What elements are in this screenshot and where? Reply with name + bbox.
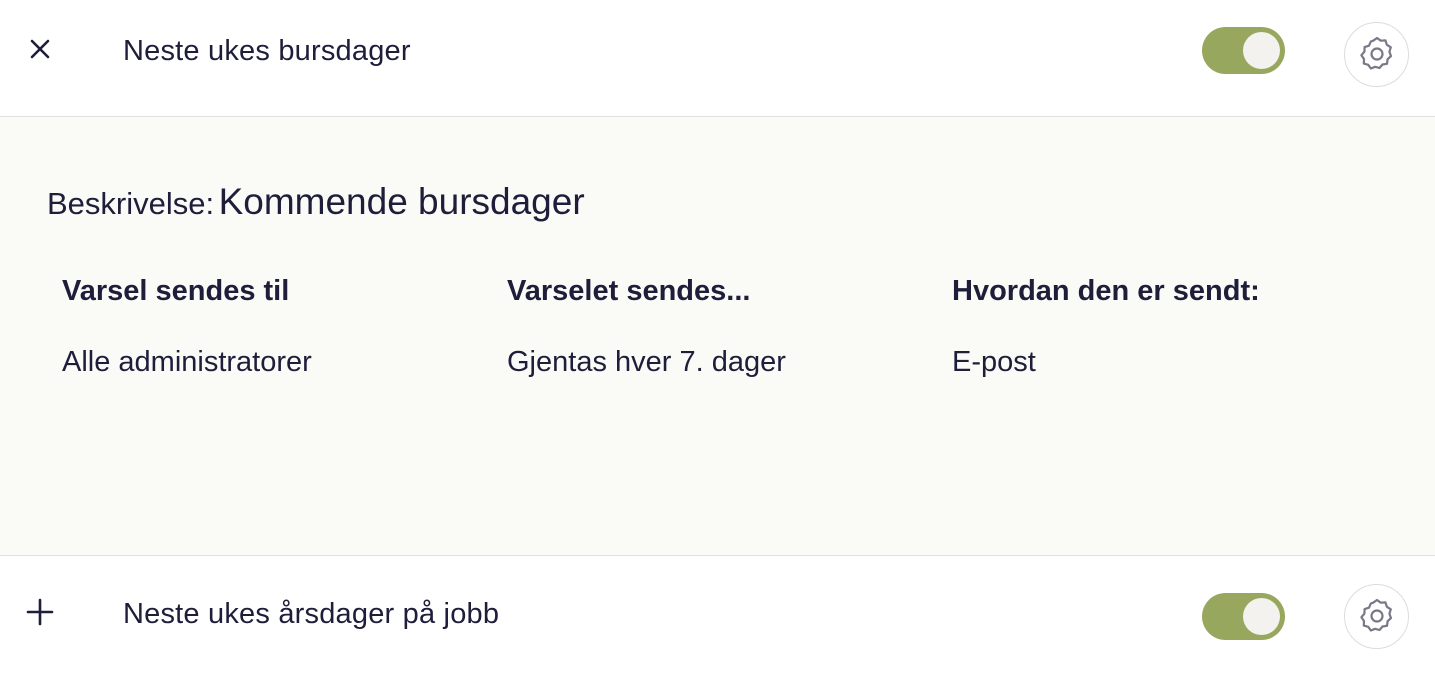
recipient-column: Varsel sendes til Alle administratorer: [62, 275, 312, 379]
settings-button[interactable]: [1344, 22, 1409, 87]
frequency-column: Varselet sendes... Gjentas hver 7. dager: [507, 275, 786, 379]
notification-row-work-anniversaries: Neste ukes årsdager på jobb: [0, 555, 1435, 677]
notification-title: Neste ukes bursdager: [123, 35, 411, 67]
column-header: Varselet sendes...: [507, 275, 751, 307]
column-value: E-post: [952, 346, 1036, 378]
settings-button[interactable]: [1344, 584, 1409, 649]
close-icon[interactable]: [22, 31, 58, 67]
description-label: Beskrivelse:: [47, 186, 215, 221]
toggle-knob: [1243, 598, 1280, 635]
toggle-knob: [1243, 32, 1280, 69]
notification-title: Neste ukes årsdager på jobb: [123, 598, 500, 630]
notification-row-birthdays: Neste ukes bursdager: [0, 0, 1435, 117]
delivery-method-column: Hvordan den er sendt: E-post: [952, 275, 1260, 379]
description: Beskrivelse: Kommende bursdager: [47, 181, 585, 223]
gear-icon: [1359, 36, 1392, 70]
column-value: Alle administratorer: [62, 346, 312, 378]
plus-icon[interactable]: [22, 594, 58, 630]
gear-icon: [1359, 598, 1392, 632]
description-value: Kommende bursdager: [218, 181, 585, 222]
column-header: Varsel sendes til: [62, 275, 290, 307]
enabled-toggle[interactable]: [1202, 593, 1285, 640]
notification-details-panel: Beskrivelse: Kommende bursdager Varsel s…: [0, 117, 1435, 555]
notification-settings-page: Neste ukes bursdager Beskrivelse: Kommen…: [0, 0, 1435, 677]
column-value: Gjentas hver 7. dager: [507, 346, 786, 378]
column-header: Hvordan den er sendt:: [952, 275, 1260, 307]
enabled-toggle[interactable]: [1202, 27, 1285, 74]
